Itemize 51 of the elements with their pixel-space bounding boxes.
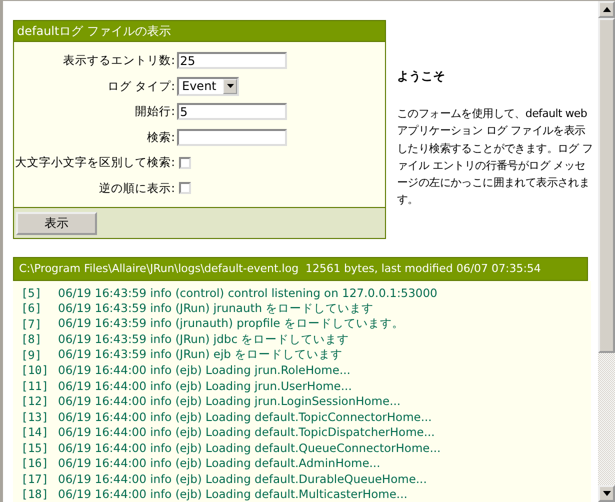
line-number: [17]: [21, 472, 50, 486]
field-label: 開始行:: [134, 104, 175, 120]
up-arrow-icon: [602, 7, 610, 12]
log-message: 06/19 16:44:00 info (ejb) Loading default.DurableQueueHome...: [58, 472, 427, 486]
line-number: [6]: [21, 301, 43, 316]
scrollbar[interactable]: [597, 1, 615, 502]
show-button[interactable]: 表示: [16, 212, 97, 234]
log-message: 06/19 16:44:00 info (ejb) Loading default.AdminHome...: [58, 456, 380, 470]
input-field[interactable]: 25: [177, 52, 287, 70]
log-file-header: C:\Program Files\Allaire\JRun\logs\default-event.log 12561 bytes, last modified 06/07 07:35:54: [13, 257, 588, 281]
log-message: 06/19 16:44:00 info (ejb) Loading jrun.UserHome...: [58, 378, 352, 393]
log-message: 06/19 16:43:59 info (JRun) jdbc をロードしています: [58, 332, 350, 347]
checkbox[interactable]: [179, 182, 191, 194]
log-message: 06/19 16:43:59 info (control) control listening on 127.0.0.1:53000: [58, 286, 438, 300]
welcome-text: このフォームを使用して、default web アプリケーション ログ ファイルを表示したり検索することができます。ログ ファイル エントリの行番号がログ メッセージの左にかっこに囲まれて表示されます。: [397, 106, 593, 208]
welcome-heading: ようこそ: [397, 68, 446, 85]
log-message: 06/19 16:44:00 info (ejb) Loading default.MulticasterHome...: [58, 487, 408, 502]
log-message: 06/19 16:44:00 info (ejb) Loading default.TopicConnectorHome...: [58, 410, 432, 424]
input-field[interactable]: [177, 128, 287, 146]
line-number: [11]: [21, 378, 50, 393]
line-number: [8]: [21, 332, 43, 346]
line-number: [14]: [21, 425, 50, 440]
log-message: 06/19 16:43:59 info (jrunauth) propfile をロードしています。: [58, 316, 404, 332]
field-label: 表示するエントリ数:: [62, 53, 175, 68]
log-message: 06/19 16:44:00 info (ejb) Loading jrun.RoleHome...: [58, 363, 350, 378]
log-message: 06/19 16:43:59 info (JRun) jrunauth をロードしています: [58, 300, 374, 316]
log-message: 06/19 16:44:00 info (ejb) Loading default.QueueConnectorHome...: [58, 440, 441, 455]
field-label: ログ タイプ:: [106, 78, 175, 94]
input-field[interactable]: 5: [177, 103, 287, 120]
scroll-up-button[interactable]: [598, 1, 615, 18]
scroll-thumb[interactable]: [598, 18, 615, 353]
log-message: 06/19 16:43:59 info (JRun) ejb をロードしています: [58, 347, 343, 362]
line-number: [12]: [21, 394, 50, 408]
line-number: [7]: [21, 316, 43, 331]
field-label: 検索:: [146, 130, 175, 145]
field-label: 逆の順に表示:: [98, 180, 175, 196]
panel-title: defaultログ ファイルの表示: [13, 20, 386, 41]
checkbox[interactable]: [179, 156, 191, 169]
log-message: 06/19 16:44:00 info (ejb) Loading default.TopicDispatcherHome...: [58, 425, 435, 440]
line-number: [18]: [21, 487, 50, 502]
scroll-down-button[interactable]: [598, 485, 615, 502]
line-number: [10]: [21, 363, 50, 378]
line-number: [16]: [21, 456, 50, 470]
down-arrow-icon: [602, 491, 610, 496]
log-type-dropdown[interactable]: Event: [177, 76, 239, 96]
line-number: [13]: [21, 410, 50, 424]
line-number: [9]: [21, 348, 43, 362]
line-number: [5]: [21, 286, 43, 300]
line-number: [15]: [21, 440, 50, 455]
log-message: 06/19 16:44:00 info (ejb) Loading jrun.LoginSessionHome...: [58, 394, 401, 408]
field-label: 大文字小文字を区別して検索:: [14, 155, 175, 170]
